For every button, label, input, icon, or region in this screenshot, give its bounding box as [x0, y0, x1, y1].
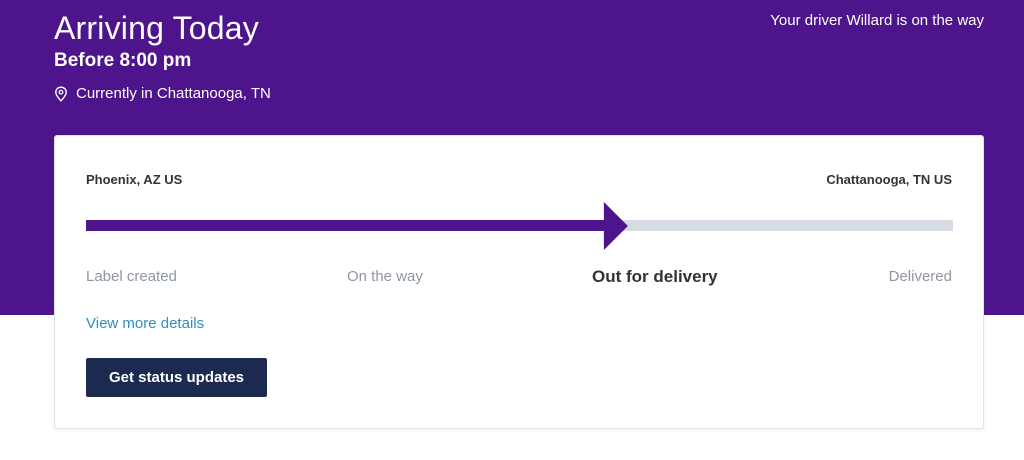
- stage-on-the-way: On the way: [347, 268, 423, 285]
- map-pin-icon: [55, 85, 67, 102]
- view-more-details-link[interactable]: View more details: [86, 315, 204, 332]
- delivery-time: Before 8:00 pm: [54, 50, 192, 71]
- current-location: Currently in Chattanooga, TN: [54, 85, 271, 102]
- progress-fill: [86, 220, 605, 231]
- get-status-updates-button[interactable]: Get status updates: [86, 358, 267, 397]
- origin-location: Phoenix, AZ US: [86, 172, 183, 187]
- tracking-card: Phoenix, AZ US Chattanooga, TN US Label …: [54, 135, 984, 429]
- current-location-label: Currently in Chattanooga, TN: [76, 85, 271, 102]
- delivery-title: Arriving Today: [54, 10, 259, 46]
- destination-location: Chattanooga, TN US: [826, 172, 952, 187]
- shipment-progress-bar: [86, 202, 953, 250]
- progress-arrow-icon: [603, 202, 628, 250]
- stage-label-created: Label created: [86, 268, 177, 285]
- stage-out-for-delivery: Out for delivery: [592, 267, 718, 286]
- stage-delivered: Delivered: [888, 268, 952, 285]
- driver-status: Your driver Willard is on the way: [770, 12, 984, 29]
